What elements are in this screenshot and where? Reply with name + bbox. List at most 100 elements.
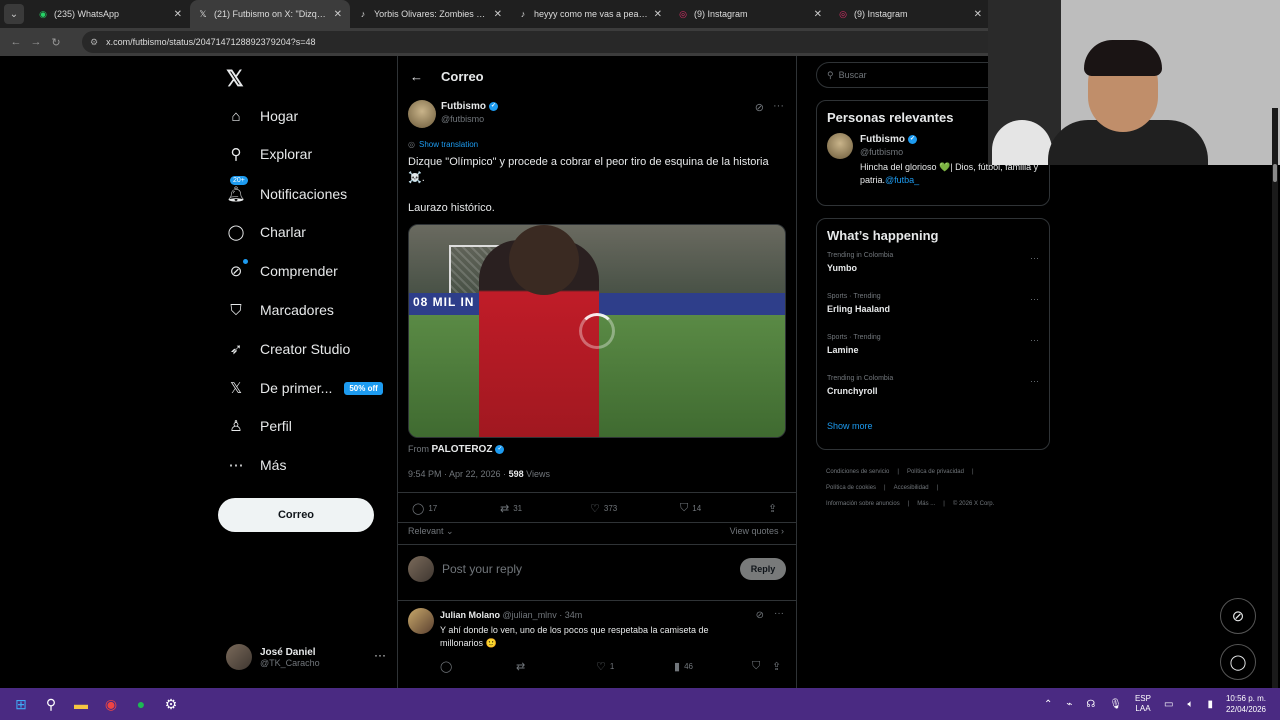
chevron-down-icon: ⌄ — [446, 526, 454, 536]
close-icon[interactable]: ✕ — [814, 9, 822, 20]
more-dots-icon[interactable]: ··· — [774, 608, 784, 619]
app-icon[interactable]: ⚙ — [156, 689, 186, 719]
more-dots-icon[interactable]: ··· — [1030, 253, 1039, 263]
back-icon[interactable]: ← — [6, 36, 26, 48]
battery-icon[interactable]: ▮ — [1207, 699, 1213, 710]
grok-icon[interactable]: ⊘ — [755, 101, 764, 114]
footer-link[interactable]: Condiciones de servicio — [826, 469, 889, 475]
trend-item[interactable]: Trending in Colombia Crunchyroll ··· — [817, 372, 1049, 413]
reply-input[interactable]: Post your reply — [442, 562, 522, 576]
nav-item-more[interactable]: ⋯ Más — [218, 447, 287, 483]
nav-item-profile[interactable]: ♙ Perfil — [218, 408, 292, 444]
close-icon[interactable]: ✕ — [974, 9, 982, 20]
nav-item-bookmarks[interactable]: ⛉ Marcadores — [218, 292, 334, 328]
footer-link[interactable]: Política de cookies — [826, 485, 876, 491]
repost-button[interactable]: ⇄ 31 — [500, 502, 522, 515]
more-dots-icon[interactable]: ··· — [1030, 294, 1039, 304]
tab-search-button[interactable]: ⌄ — [4, 4, 24, 24]
close-icon[interactable]: ✕ — [334, 9, 342, 20]
like-button[interactable]: ♡ 1 — [596, 660, 614, 673]
nav-item-home[interactable]: ⌂ Hogar — [218, 98, 298, 134]
reply-sort-dropdown[interactable]: Relevant ⌄ — [408, 526, 454, 537]
headset-icon[interactable]: ☊ — [1086, 699, 1095, 710]
share-button[interactable]: ⇪ — [772, 660, 785, 673]
site-info-icon[interactable]: ⚙ — [90, 37, 98, 48]
browser-tab[interactable]: ♪ heyyy como me vas a pear la c ✕ — [510, 0, 670, 28]
like-button[interactable]: ♡ 373 — [590, 502, 617, 515]
trend-item[interactable]: Trending in Colombia Yumbo ··· — [817, 249, 1049, 290]
footer-link[interactable]: Información sobre anuncios — [826, 501, 900, 507]
nav-item-notifications[interactable]: 🔔︎ 20+ Notificaciones — [218, 176, 347, 212]
clock[interactable]: 10:56 p. m. 22/04/2026 — [1226, 693, 1266, 715]
more-dots-icon[interactable]: ··· — [773, 100, 784, 112]
footer-link[interactable]: Más ... — [917, 501, 935, 507]
browser-tab-active[interactable]: 𝕏 (21) Futbismo on X: "Dizque "O ✕ — [190, 0, 350, 28]
scrollbar-track[interactable] — [1272, 108, 1278, 688]
browser-tab[interactable]: ♪ Yorbis Olivares: Zombies en la ✕ — [350, 0, 510, 28]
file-explorer-icon[interactable]: ▬ — [66, 689, 96, 719]
author-handle[interactable]: @futbismo — [441, 114, 484, 124]
more-dots-icon[interactable]: ··· — [1030, 376, 1039, 386]
person-name[interactable]: Futbismo ✓ — [860, 134, 917, 145]
bookmark-button[interactable]: ⛉ 14 — [680, 502, 701, 515]
reply-submit-button[interactable]: Reply — [740, 558, 786, 580]
avatar[interactable] — [408, 100, 436, 128]
spotify-icon[interactable]: ● — [126, 689, 156, 719]
trend-item[interactable]: Sports · Trending Erling Haaland ··· — [817, 290, 1049, 331]
trend-item[interactable]: Sports · Trending Lamine ··· — [817, 331, 1049, 372]
back-arrow-icon[interactable]: ← — [410, 69, 423, 84]
messages-floating-button[interactable]: ◯ — [1220, 644, 1256, 680]
display-icon[interactable]: ▭ — [1164, 699, 1173, 710]
post-button[interactable]: Correo — [218, 498, 374, 532]
reply-author[interactable]: Julian Molano @julian_mlnv · 34m — [440, 610, 582, 620]
browser-tab[interactable]: ◉ (235) WhatsApp ✕ — [30, 0, 190, 28]
more-dots-icon[interactable]: ··· — [374, 648, 386, 662]
browser-tab[interactable]: ◎ (9) Instagram ✕ — [830, 0, 990, 28]
reply-button[interactable]: ◯ — [440, 660, 456, 673]
language-indicator[interactable]: ESP LAA — [1135, 694, 1151, 714]
footer-link[interactable]: Accesibilidad — [894, 485, 929, 491]
nav-item-premium[interactable]: 𝕏 De primer... 50% off — [218, 370, 383, 406]
repost-button[interactable]: ⇄ — [516, 660, 529, 673]
forward-icon[interactable]: → — [26, 36, 46, 48]
browser-tab[interactable]: ◎ (9) Instagram ✕ — [670, 0, 830, 28]
volume-icon[interactable]: 🔈︎ — [1187, 699, 1193, 710]
grok-icon[interactable]: ⊘ — [756, 610, 764, 621]
nav-item-chat[interactable]: ◯ Charlar — [218, 214, 306, 250]
show-translation-link[interactable]: ◎ Show translation — [408, 140, 478, 149]
avatar[interactable] — [827, 133, 853, 159]
reload-icon[interactable]: ↻ — [46, 36, 66, 49]
grok-floating-button[interactable]: ⊘ — [1220, 598, 1256, 634]
views-button[interactable]: ▮ 46 — [674, 660, 693, 673]
view-quotes-link[interactable]: View quotes › — [730, 526, 784, 536]
chevron-up-icon[interactable]: ⌃ — [1044, 699, 1052, 710]
close-icon[interactable]: ✕ — [174, 9, 182, 20]
close-icon[interactable]: ✕ — [654, 9, 662, 20]
network-icon[interactable]: ⌁ — [1066, 699, 1072, 710]
show-more-link[interactable]: Show more — [817, 413, 1049, 443]
x-logo-icon[interactable]: 𝕏 — [226, 66, 244, 92]
url-input[interactable]: ⚙ x.com/futbismo/status/2047147128892379… — [82, 31, 1002, 53]
account-switcher[interactable]: José Daniel @TK_Caracho ··· — [226, 642, 386, 672]
avatar[interactable] — [408, 608, 434, 634]
search-icon[interactable]: ⚲ — [36, 689, 66, 719]
more-dots-icon[interactable]: ··· — [1030, 335, 1039, 345]
windows-start-icon[interactable]: ⊞ — [6, 689, 36, 719]
nav-item-grok[interactable]: ⊘ Comprender — [218, 253, 338, 289]
close-icon[interactable]: ✕ — [494, 9, 502, 20]
chrome-icon[interactable]: ◉ — [96, 689, 126, 719]
author-name[interactable]: Futbismo ✓ — [441, 101, 498, 112]
post-video[interactable]: 08 MIL IN DEPO — [408, 224, 786, 438]
bio-link[interactable]: @futba_ — [885, 175, 919, 185]
nav-item-explore[interactable]: ⚲ Explorar — [218, 136, 313, 172]
reply-item[interactable]: Julian Molano @julian_mlnv · 34m ⊘ ··· Y… — [408, 608, 788, 678]
share-button[interactable]: ⇪ — [768, 502, 781, 515]
bookmark-button[interactable]: ⛉ — [752, 660, 764, 673]
microphone-icon[interactable]: 🎙︎ — [1109, 699, 1122, 710]
nav-item-creator-studio[interactable]: ➶ Creator Studio — [218, 331, 351, 367]
scrollbar-thumb[interactable] — [1273, 164, 1277, 182]
post-time[interactable]: 9:54 PM · Apr 22, 2026 · — [408, 469, 506, 479]
reply-button[interactable]: ◯ 17 — [412, 502, 437, 515]
source-account-link[interactable]: PALOTEROZ — [432, 444, 493, 455]
footer-link[interactable]: Política de privacidad — [907, 469, 964, 475]
